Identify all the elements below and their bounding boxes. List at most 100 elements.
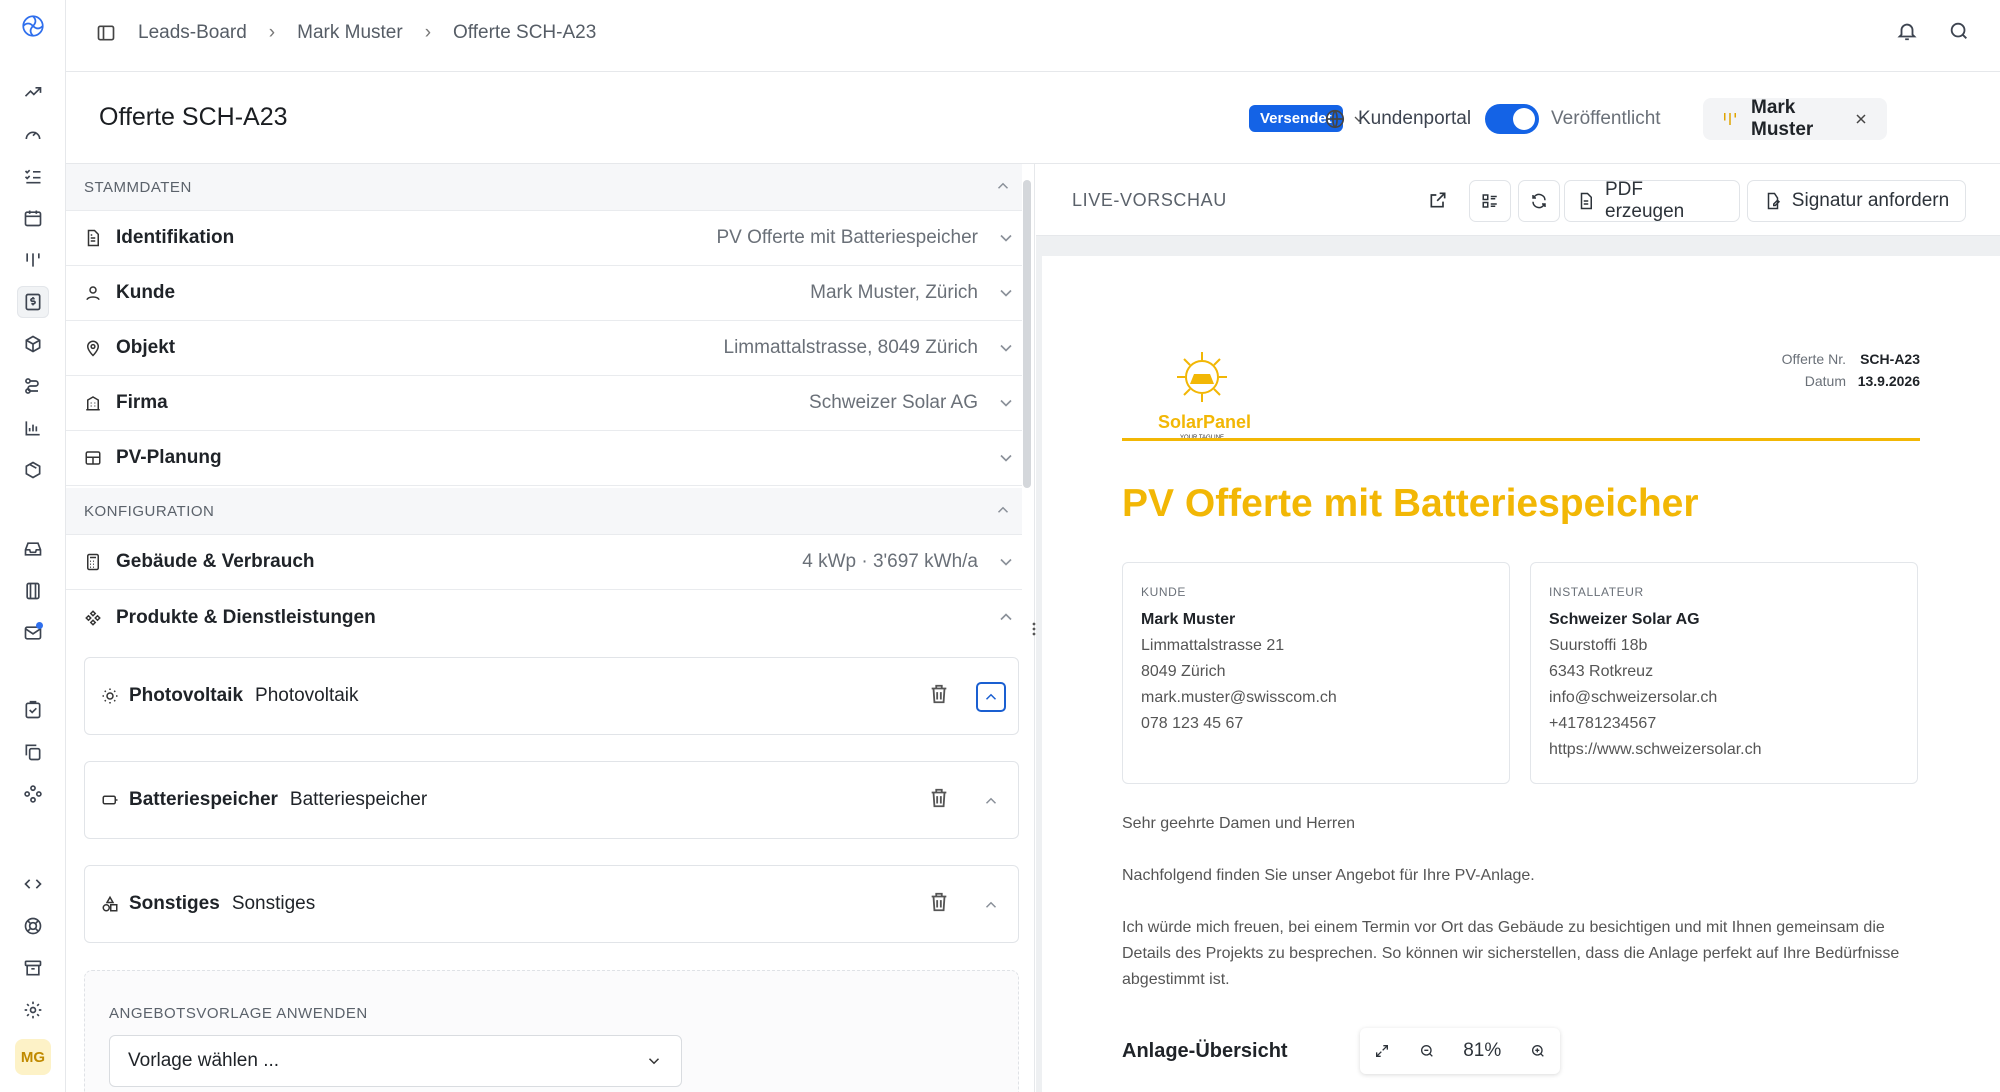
checklist-icon[interactable] [17,160,49,192]
chevron-down-icon[interactable] [996,228,1016,248]
box-icon[interactable] [17,328,49,360]
breadcrumb-item[interactable]: Mark Muster [297,22,403,44]
customer-city: 8049 Zürich [1141,663,1226,680]
product-title: Sonstiges [129,893,220,914]
chevron-down-icon[interactable] [996,338,1016,358]
chevron-down-icon[interactable] [996,393,1016,413]
installer-website: https://www.schweizersolar.ch [1549,741,1762,758]
sidebar-toggle-icon[interactable] [96,23,116,43]
bell-icon[interactable] [1896,20,1918,42]
row-firma[interactable]: Firma Schweizer Solar AG [66,376,1022,431]
row-label: PV-Planung [116,447,222,468]
inbox-icon[interactable] [17,533,49,565]
expand-icon[interactable] [1374,1043,1390,1059]
product-card-sonstiges[interactable]: Sonstiges Sonstiges [84,865,1019,943]
installer-caption: INSTALLATEUR [1549,585,1644,599]
row-objekt[interactable]: Objekt Limmattalstrasse, 8049 Zürich [66,321,1022,376]
copy-icon[interactable] [17,736,49,768]
intro-text: Nachfolgend finden Sie unser Angebot für… [1122,867,1535,884]
breadcrumb: Leads-Board › Mark Muster › Offerte SCH-… [96,22,596,44]
support-icon[interactable] [17,910,49,942]
clipboard-icon[interactable] [17,694,49,726]
chevron-up-icon[interactable] [994,177,1012,195]
code-icon[interactable] [17,868,49,900]
row-value: Schweizer Solar AG [809,392,978,413]
file-icon [1577,192,1595,210]
trending-icon[interactable] [17,76,49,108]
row-pv-planung[interactable]: PV-Planung [66,431,1022,486]
section-header-konfiguration[interactable]: KONFIGURATION [66,488,1022,535]
kanban-icon[interactable] [17,244,49,276]
page-header: Offerte SCH-A23 Versendet Kundenportal V… [66,72,2000,164]
top-bar: Leads-Board › Mark Muster › Offerte SCH-… [66,0,2000,72]
offers-icon[interactable] [17,286,49,318]
trash-icon[interactable] [928,890,950,914]
chevron-down-icon[interactable] [996,448,1016,468]
chevron-down-icon[interactable] [996,283,1016,303]
user-icon [84,284,106,302]
collapse-button[interactable] [976,682,1006,712]
section-header-stammdaten[interactable]: STAMMDATEN [66,164,1022,211]
zoom-in-icon[interactable] [1530,1043,1546,1059]
bar-chart-icon[interactable] [17,412,49,444]
trash-icon[interactable] [928,682,950,706]
assigned-user-chip[interactable]: Mark Muster [1703,97,1887,140]
mail-icon[interactable] [17,617,49,649]
installer-phone: +41781234567 [1549,715,1657,732]
archive-icon[interactable] [17,952,49,984]
installer-name: Schweizer Solar AG [1549,611,1700,628]
request-signature-button[interactable]: Signatur anfordern [1747,180,1966,222]
row-identifikation[interactable]: Identifikation PV Offerte mit Batteriesp… [66,211,1022,266]
preview-title: LIVE-VORSCHAU [1072,190,1227,210]
calendar-icon[interactable] [17,202,49,234]
logo-wordmark: SolarPanel [1158,412,1251,432]
workflow-icon[interactable] [17,370,49,402]
row-produkte-dienstleistungen[interactable]: Produkte & Dienstleistungen [66,590,1022,645]
chevron-down-icon[interactable] [996,552,1016,572]
product-title: Photovoltaik [129,685,244,706]
row-value: 4 kWp · 3'697 kWh/a [802,551,978,572]
chevron-down-icon [645,1052,663,1070]
product-subtitle: Sonstiges [231,893,316,914]
portal-label: Kundenportal [1358,108,1472,129]
zoom-level: 81% [1463,1040,1502,1061]
publish-toggle[interactable] [1485,104,1540,134]
row-kunde[interactable]: Kunde Mark Muster, Zürich [66,266,1022,321]
user-avatar[interactable]: MG [15,1039,51,1075]
collapse-button[interactable] [976,890,1006,920]
search-icon[interactable] [1948,20,1970,42]
package-icon[interactable] [17,454,49,486]
close-icon[interactable] [1853,111,1869,127]
trash-icon[interactable] [928,786,950,810]
layout-toggle-button[interactable] [1469,180,1511,222]
installer-address: Suurstoffi 18b [1549,637,1648,654]
live-preview-panel: LIVE-VORSCHAU PDF erzeugen Signatur anfo… [1036,164,2000,1092]
signature-icon [1764,192,1782,210]
chevron-right-icon: › [268,22,276,43]
row-label: Kunde [116,282,176,303]
film-icon[interactable] [17,575,49,607]
top-actions [1896,20,1970,42]
product-card-photovoltaik[interactable]: Photovoltaik Photovoltaik [84,657,1019,735]
settings-gear-icon[interactable] [17,994,49,1026]
signature-button-label: Signatur anfordern [1791,190,1950,211]
page-title: Offerte SCH-A23 [99,103,288,131]
pdf-generate-button[interactable]: PDF erzeugen [1564,179,1740,222]
integrations-icon[interactable] [17,778,49,810]
chevron-up-icon[interactable] [994,501,1012,519]
date-label: Datum [1804,373,1846,389]
scrollbar-thumb[interactable] [1023,180,1031,488]
external-link-icon[interactable] [1428,190,1448,210]
components-icon [84,609,106,627]
chevron-up-icon[interactable] [996,607,1016,627]
collapse-button[interactable] [976,786,1006,816]
zoom-out-icon[interactable] [1419,1043,1435,1059]
customer-phone: 078 123 45 67 [1141,715,1244,732]
refresh-button[interactable] [1518,180,1560,222]
row-gebaeude-verbrauch[interactable]: Gebäude & Verbrauch 4 kWp · 3'697 kWh/a [66,535,1022,590]
breadcrumb-item[interactable]: Leads-Board [138,22,247,44]
app-logo-icon[interactable] [17,10,49,42]
gauge-icon[interactable] [17,118,49,150]
template-select[interactable]: Vorlage wählen ... [109,1035,682,1087]
product-card-batteriespeicher[interactable]: Batteriespeicher Batteriespeicher [84,761,1019,839]
